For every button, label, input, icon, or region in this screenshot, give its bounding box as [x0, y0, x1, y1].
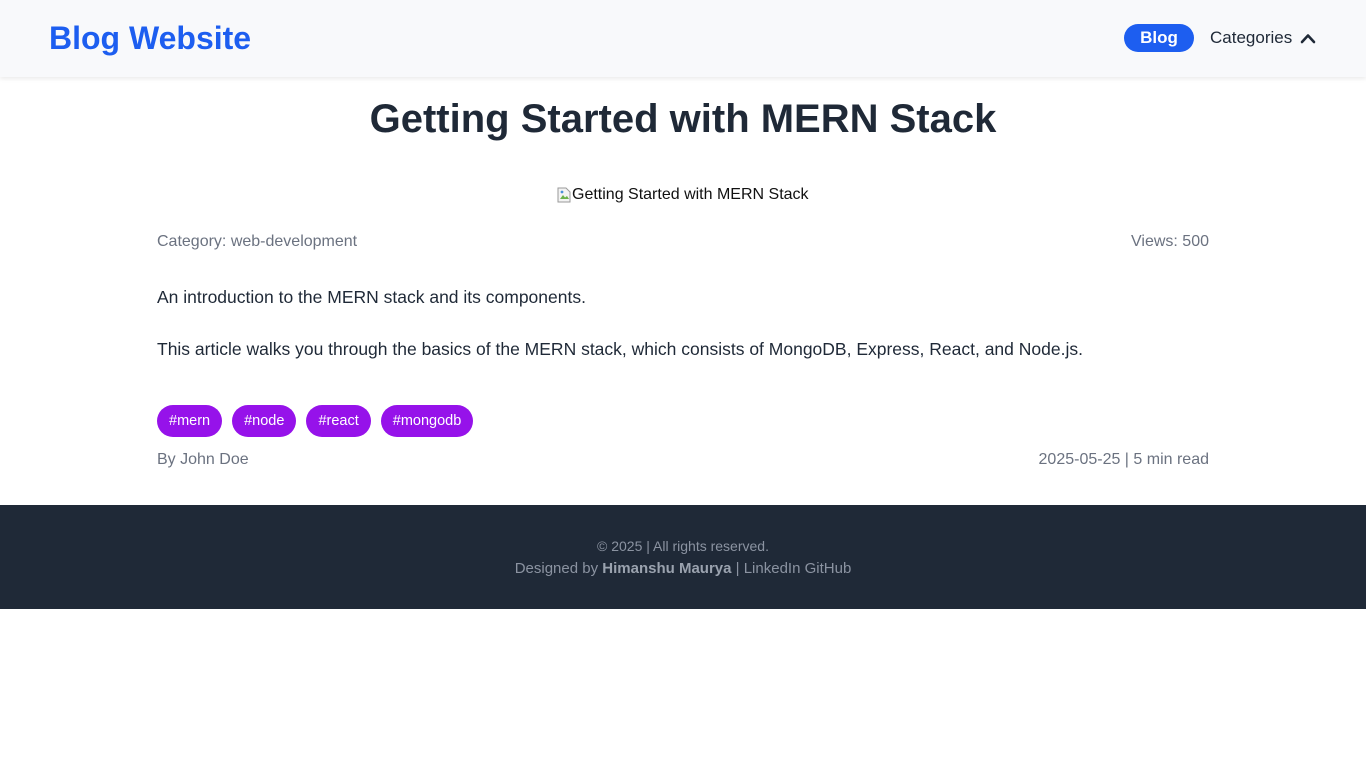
chevron-up-icon	[1300, 34, 1316, 44]
broken-image-icon	[557, 187, 571, 203]
github-link[interactable]: GitHub	[805, 560, 852, 577]
linkedin-link[interactable]: LinkedIn	[744, 560, 801, 577]
tag-mongodb[interactable]: #mongodb	[380, 405, 474, 437]
brand-logo-link[interactable]: Blog Website	[49, 20, 251, 56]
nav-blog-button[interactable]: Blog	[1124, 24, 1194, 52]
post-views: Views: 500	[1131, 233, 1209, 250]
footer-separator: |	[735, 560, 740, 577]
post-image: Getting Started with MERN Stack	[557, 185, 809, 205]
nav-categories-label: Categories	[1210, 28, 1293, 47]
post-content: This article walks you through the basic…	[157, 339, 1083, 359]
post-category: Category: web-development	[157, 233, 358, 250]
tag-mern[interactable]: #mern	[157, 405, 223, 437]
footer-designed-by: Designed by	[514, 560, 599, 577]
footer: © 2025 | All rights reserved. Designed b…	[0, 505, 1366, 609]
nav-categories-dropdown[interactable]: Categories	[1210, 27, 1316, 49]
post-meta: Category: web-development Views: 500	[157, 233, 1209, 253]
post-summary: An introduction to the MERN stack and it…	[157, 287, 586, 307]
post-byline: By John Doe 2025-05-25 | 5 min read	[157, 451, 1209, 471]
footer-designer-name: Himanshu Maurya	[602, 560, 732, 577]
tag-node[interactable]: #node	[232, 405, 297, 437]
navbar: Blog Website Blog Categories	[0, 0, 1366, 77]
post-date-read-time: 2025-05-25 | 5 min read	[1038, 451, 1209, 468]
post-tags: #mern #node #react #mongodb	[157, 405, 483, 437]
post-title: Getting Started with MERN Stack	[369, 97, 997, 141]
footer-credit: Designed by Himanshu Maurya | LinkedIn G…	[0, 560, 1366, 578]
footer-copyright: © 2025 | All rights reserved.	[597, 538, 769, 554]
tag-react[interactable]: #react	[306, 405, 371, 437]
post-image-alt-text: Getting Started with MERN Stack	[572, 186, 809, 203]
post-author: By John Doe	[157, 451, 249, 468]
